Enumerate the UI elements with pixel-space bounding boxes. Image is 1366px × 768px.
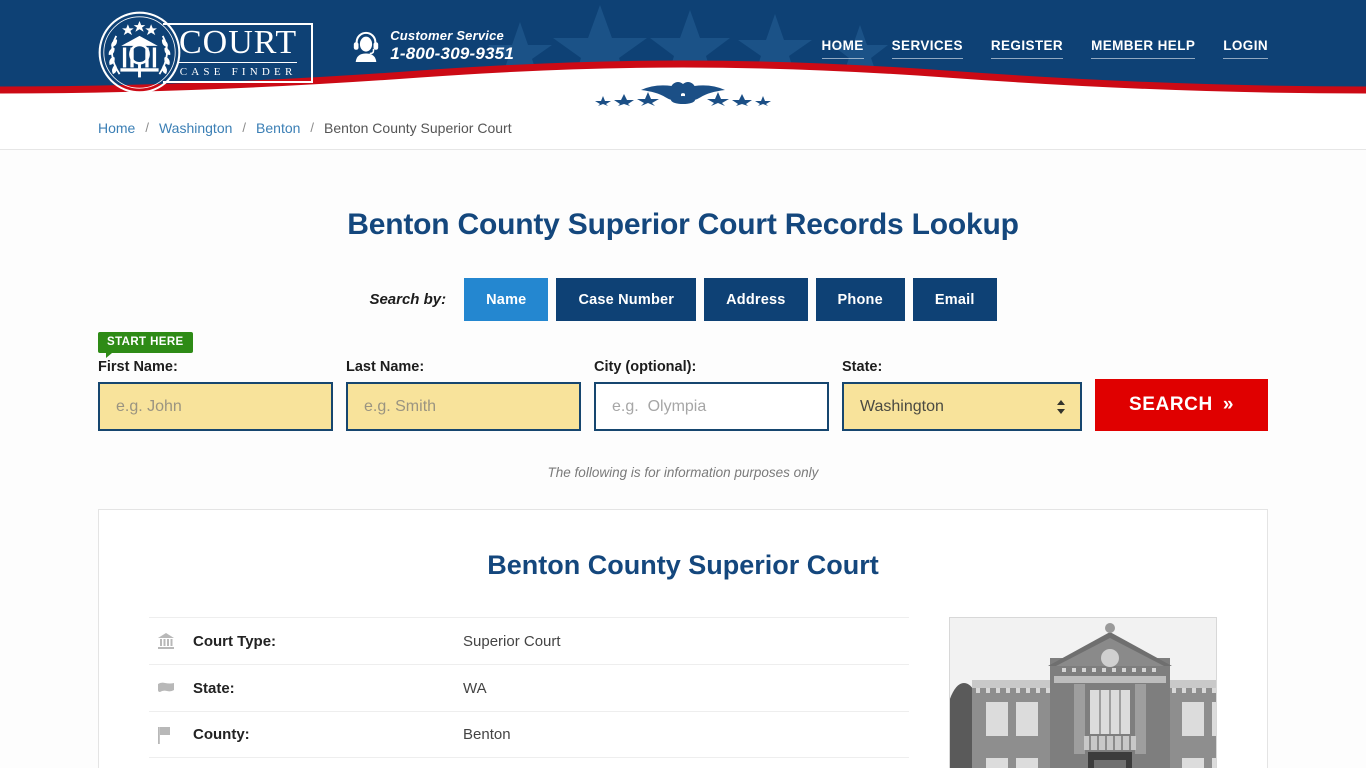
court-detail-table: Court Type: Superior Court State: WA Cou…: [149, 617, 909, 768]
customer-service-block[interactable]: Customer Service 1-800-309-9351: [351, 28, 514, 64]
tab-name[interactable]: Name: [464, 278, 549, 321]
nav-item-member-help[interactable]: MEMBER HELP: [1091, 38, 1196, 59]
table-row: County: Benton: [149, 711, 909, 758]
map-icon: [149, 681, 193, 695]
table-row: State: WA: [149, 664, 909, 711]
breadcrumb-separator: /: [242, 120, 247, 135]
eagle-stars-emblem: [595, 82, 771, 106]
courthouse-photo: [949, 617, 1217, 768]
customer-service-label: Customer Service: [390, 28, 504, 43]
first-name-label: First Name:: [98, 359, 178, 375]
table-row: Court Type: Superior Court: [149, 617, 909, 664]
detail-label: State:: [193, 679, 235, 697]
tab-email[interactable]: Email: [912, 278, 997, 321]
nav-item-home[interactable]: HOME: [821, 38, 864, 59]
tab-address[interactable]: Address: [704, 278, 808, 321]
last-name-input[interactable]: [346, 382, 581, 431]
nav-item-register[interactable]: REGISTER: [990, 38, 1064, 59]
page-title: Benton County Superior Court Records Loo…: [347, 208, 1019, 241]
last-name-label: Last Name:: [346, 359, 425, 375]
tab-phone[interactable]: Phone: [815, 278, 905, 321]
search-button-label: SEARCH: [1128, 394, 1213, 415]
breadcrumb-item-benton[interactable]: Benton: [256, 120, 300, 136]
flag-icon: [149, 726, 193, 744]
detail-label: Court Type:: [193, 632, 277, 650]
detail-value: Benton: [463, 726, 511, 743]
search-form: START HERE First Name: Last Name: City (…: [0, 332, 1366, 431]
start-here-badge: START HERE: [98, 332, 193, 358]
double-chevron-right-icon: »: [1222, 394, 1234, 415]
first-name-field-group: First Name:: [98, 359, 333, 431]
disclaimer-text: The following is for information purpose…: [547, 465, 819, 480]
last-name-field-group: Last Name:: [346, 359, 581, 431]
logo-wordmark: COURT: [179, 24, 298, 61]
court-info-card: Benton County Superior Court Court Type:…: [98, 509, 1268, 768]
headset-support-icon: [354, 31, 379, 62]
search-button[interactable]: SEARCH »: [1095, 379, 1268, 431]
search-type-tabs: Search by: Name Case Number Address Phon…: [0, 278, 1366, 321]
bank-icon: [149, 632, 193, 650]
breadcrumb-item-washington[interactable]: Washington: [159, 120, 232, 136]
first-name-input[interactable]: [98, 382, 333, 431]
tab-case-number[interactable]: Case Number: [556, 278, 697, 321]
detail-label: County:: [193, 726, 250, 743]
breadcrumb: Home / Washington / Benton / Benton Coun…: [0, 106, 1366, 150]
breadcrumb-separator: /: [310, 120, 315, 135]
detail-value: WA: [463, 679, 487, 697]
logo-subtext: CASE FINDER: [179, 62, 298, 79]
court-name-heading: Benton County Superior Court: [487, 550, 879, 580]
customer-service-phone[interactable]: 1-800-309-9351: [390, 44, 514, 64]
state-select[interactable]: Washington: [842, 382, 1082, 431]
city-input[interactable]: [594, 382, 829, 431]
city-field-group: City (optional):: [594, 359, 829, 431]
state-field-group: State: Washington: [842, 359, 1082, 431]
detail-value: Superior Court: [463, 632, 561, 650]
state-label: State:: [842, 359, 883, 375]
nav-item-login[interactable]: LOGIN: [1223, 38, 1268, 59]
breadcrumb-item-current: Benton County Superior Court: [324, 119, 512, 136]
city-label: City (optional):: [594, 359, 697, 375]
breadcrumb-separator: /: [145, 120, 149, 135]
nav-item-services[interactable]: SERVICES: [891, 38, 963, 59]
search-by-label: Search by:: [369, 291, 447, 308]
main-navigation: HOME SERVICES REGISTER MEMBER HELP LOGIN: [821, 38, 1268, 59]
breadcrumb-item-home[interactable]: Home: [98, 120, 135, 136]
site-header: COURT CASE FINDER Customer Service 1-800…: [0, 0, 1366, 106]
